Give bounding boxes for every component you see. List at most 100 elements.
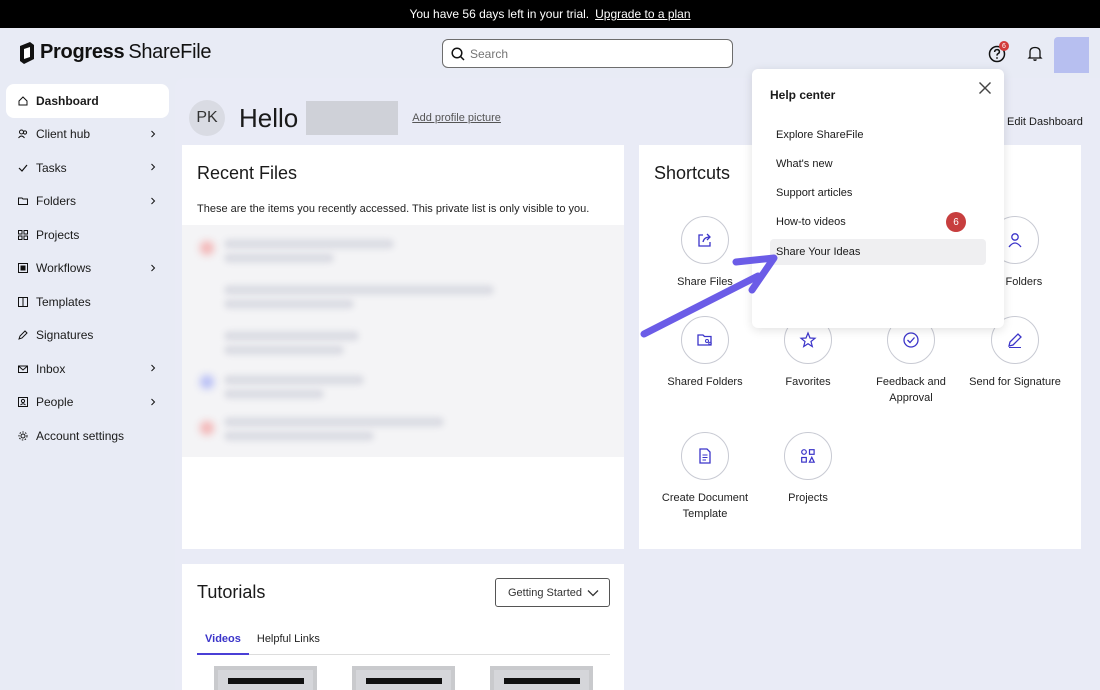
help-item-how-to-videos[interactable]: How-to videos 6: [770, 209, 986, 235]
person-icon: [1008, 233, 1022, 248]
search-input[interactable]: [470, 46, 710, 61]
pen-icon: [18, 330, 28, 341]
sidebar-item-tasks[interactable]: Tasks: [0, 151, 175, 185]
share-icon: [698, 233, 711, 247]
list-item[interactable]: [224, 239, 394, 249]
upgrade-link[interactable]: Upgrade to a plan: [595, 7, 690, 21]
shortcut-label: Favorites: [785, 376, 831, 388]
mail-icon: [18, 365, 28, 373]
sidebar-item-label: Workflows: [36, 261, 92, 276]
chevron-right-icon: [151, 264, 156, 271]
user-avatar[interactable]: [1054, 37, 1089, 73]
home-icon: [18, 96, 28, 106]
shortcut-feedback-approval[interactable]: Feedback and Approval: [861, 316, 961, 406]
chevron-right-icon: [151, 398, 156, 405]
help-item-label: What's new: [776, 158, 833, 170]
video-thumbnail[interactable]: [490, 666, 593, 690]
sidebar-item-workflows[interactable]: Workflows: [0, 252, 175, 286]
shortcut-label: Feedback and Approval: [876, 376, 946, 404]
sidebar-item-projects[interactable]: Projects: [0, 218, 175, 252]
sidebar-item-label: Tasks: [36, 160, 67, 175]
list-item[interactable]: [224, 417, 444, 427]
help-center-title: Help center: [770, 88, 836, 102]
edit-dashboard-button[interactable]: Edit Dashboard: [1007, 116, 1083, 128]
projects-icon: [18, 229, 28, 240]
logo-bold-text: Progress: [40, 41, 125, 63]
shortcut-create-document-template[interactable]: Create Document Template: [655, 432, 755, 522]
sidebar-item-account-settings[interactable]: Account settings: [0, 419, 175, 453]
chevron-right-icon: [151, 130, 156, 137]
help-item-label: Share Your Ideas: [776, 246, 861, 258]
help-item-explore-sharefile[interactable]: Explore ShareFile: [770, 122, 986, 148]
logo-mark-icon: [20, 41, 34, 64]
sidebar-item-templates[interactable]: Templates: [0, 285, 175, 319]
help-notification-badge: 6: [999, 41, 1009, 51]
sidebar-item-client-hub[interactable]: Client hub: [0, 118, 175, 152]
trial-text: You have 56 days left in your trial.: [409, 7, 590, 21]
close-icon[interactable]: [978, 81, 992, 95]
star-icon: [799, 331, 817, 348]
logo-light-text: ShareFile: [128, 41, 212, 63]
bell-icon[interactable]: [1026, 44, 1044, 62]
help-item-support-articles[interactable]: Support articles: [770, 180, 986, 206]
annotation-arrow-icon: [640, 254, 778, 338]
search-box[interactable]: [442, 39, 733, 68]
shortcut-projects[interactable]: Projects: [758, 432, 858, 506]
add-profile-picture-link[interactable]: Add profile picture: [412, 112, 501, 124]
list-item[interactable]: [224, 375, 364, 385]
tutorial-category-select[interactable]: Getting Started: [495, 578, 610, 607]
gear-icon: [18, 431, 28, 441]
file-type-icon: [200, 421, 214, 435]
video-thumbnail[interactable]: [352, 666, 455, 690]
sidebar-item-inbox[interactable]: Inbox: [0, 352, 175, 386]
shortcut-label: Projects: [788, 492, 828, 504]
help-item-label: Explore ShareFile: [776, 129, 864, 141]
sidebar-item-dashboard[interactable]: Dashboard: [6, 84, 169, 118]
tab-videos[interactable]: Videos: [197, 630, 249, 655]
sidebar-item-label: Projects: [36, 227, 80, 242]
progress-sharefile-logo[interactable]: Progress ShareFile: [18, 41, 212, 64]
sidebar-item-label: Templates: [36, 294, 91, 309]
profile-initials-avatar[interactable]: PK: [189, 100, 225, 136]
list-item[interactable]: [224, 285, 494, 295]
greeting: Hello: [239, 102, 299, 133]
projects-icon: [801, 449, 816, 463]
file-type-icon: [200, 375, 214, 389]
template-icon: [18, 296, 28, 307]
sidebar-item-label: Folders: [36, 194, 77, 209]
sidebar-item-people[interactable]: People: [0, 386, 175, 420]
trial-banner: You have 56 days left in your trial. Upg…: [0, 0, 1100, 28]
list-item: [224, 253, 334, 263]
recent-files-card: Recent Files These are the items you rec…: [182, 145, 624, 549]
folder-icon: [18, 197, 28, 206]
list-item: [224, 299, 354, 309]
tutorials-title: Tutorials: [197, 582, 266, 602]
sidebar-item-signatures[interactable]: Signatures: [0, 319, 175, 353]
list-item: [224, 389, 324, 399]
list-item[interactable]: [224, 331, 359, 341]
how-to-videos-badge: 6: [946, 212, 966, 232]
sidebar-item-label: Dashboard: [36, 93, 99, 108]
video-thumbnail[interactable]: [214, 666, 317, 690]
sidebar-item-folders[interactable]: Folders: [0, 185, 175, 219]
sidebar: Dashboard Client hub Tasks Folders Proje…: [0, 84, 175, 453]
help-center-popup: Help center Explore ShareFile What's new…: [752, 69, 1004, 328]
sidebar-item-label: Client hub: [36, 127, 91, 142]
redacted-name: [306, 101, 399, 135]
select-value: Getting Started: [508, 586, 582, 599]
sidebar-item-label: Signatures: [36, 328, 94, 343]
client-hub-icon: [18, 129, 28, 139]
list-item: [224, 431, 374, 441]
workflow-icon: [18, 263, 28, 274]
sidebar-item-label: Account settings: [36, 428, 125, 443]
sidebar-item-label: People: [36, 395, 74, 410]
help-item-share-your-ideas[interactable]: Share Your Ideas: [770, 239, 986, 265]
chevron-down-icon: [587, 590, 599, 597]
shortcuts-title: Shortcuts: [654, 163, 731, 183]
search-icon: [451, 46, 465, 61]
sidebar-item-label: Inbox: [36, 361, 66, 376]
tab-helpful-links[interactable]: Helpful Links: [249, 630, 328, 655]
profile-header: PK Hello Add profile picture: [189, 100, 501, 136]
tutorial-tabs: Videos Helpful Links: [197, 630, 610, 655]
help-item-whats-new[interactable]: What's new: [770, 151, 986, 177]
